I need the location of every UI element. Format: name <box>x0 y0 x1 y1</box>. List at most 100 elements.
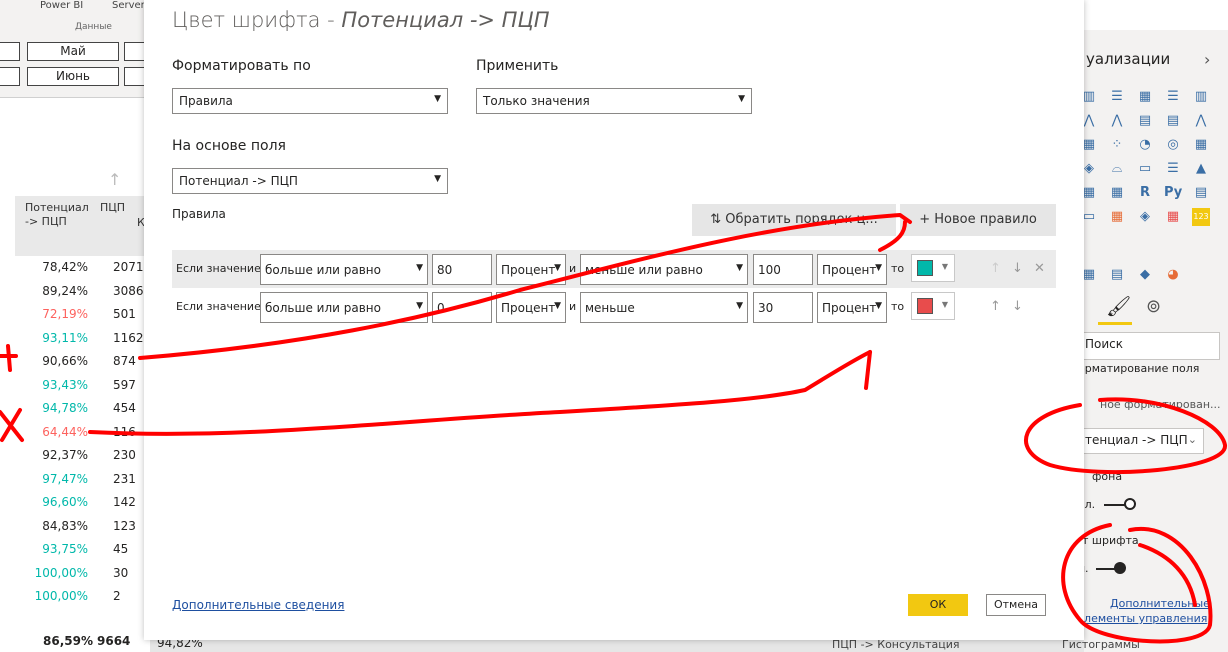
combo-chart-icon[interactable]: ⋀ <box>1192 112 1210 130</box>
based-on-field-select[interactable]: Потенциал -> ПЦП ▼ <box>172 168 448 194</box>
column-header-pcp[interactable]: ПЦП <box>100 201 125 215</box>
format-by-label: Форматировать по <box>172 58 311 74</box>
table-row[interactable]: 93,11% 1162 <box>15 327 150 350</box>
table-row[interactable]: 84,83% 123 <box>15 515 150 538</box>
advanced-controls-link[interactable]: Дополнительные <box>1110 597 1210 610</box>
rule-operator-2-select[interactable]: меньше или равно ▼ <box>580 254 748 285</box>
font-toggle-knob[interactable] <box>1114 562 1126 574</box>
pane-search-input[interactable]: Поиск <box>1078 332 1220 360</box>
bg-toggle-knob[interactable] <box>1124 498 1136 510</box>
reverse-color-order-button[interactable]: ⇅ Обратить порядок ц... <box>692 204 896 236</box>
treemap-icon[interactable]: ▦ <box>1192 136 1210 154</box>
r-script-icon[interactable]: R <box>1136 184 1154 202</box>
move-up-icon[interactable]: ↑ <box>990 261 1001 276</box>
table-row[interactable]: 100,00% 30 <box>15 562 150 585</box>
slicer-month-cell[interactable] <box>0 67 20 86</box>
clustered-bar-icon[interactable]: ☰ <box>1108 88 1126 106</box>
bar-100-icon[interactable]: ☰ <box>1164 88 1182 106</box>
delete-rule-icon[interactable]: ✕ <box>1034 261 1045 276</box>
row-count-value: 231 <box>113 471 136 486</box>
gauge-icon[interactable]: ⌓ <box>1108 160 1126 178</box>
rule-unit-2-select[interactable]: Процент ▼ <box>817 254 887 285</box>
python-icon[interactable]: Py <box>1164 184 1182 202</box>
analytics-icon[interactable]: ⊚ <box>1146 296 1161 317</box>
waterfall-icon[interactable]: ▤ <box>1164 112 1182 130</box>
field-formatting-label: орматирование поля <box>1078 362 1200 375</box>
table-row[interactable]: 96,60% 142 <box>15 491 150 514</box>
advanced-controls-link-2[interactable]: элементы управления <box>1078 612 1207 625</box>
caret-down-icon: ▼ <box>736 263 743 273</box>
shape-map-icon[interactable]: ◈ <box>1136 208 1154 226</box>
rule-value-1-input[interactable]: 0 <box>432 292 492 323</box>
table-row[interactable]: 78,42% 2071 <box>15 256 150 279</box>
sort-up-icon[interactable]: ↑ <box>108 170 121 189</box>
ribbon-icon[interactable]: ▤ <box>1136 112 1154 130</box>
cancel-button[interactable]: Отмена <box>986 594 1046 616</box>
table-row[interactable]: 100,00% 2 <box>15 585 150 608</box>
slicer-month-cell[interactable] <box>0 42 20 61</box>
donut-chart-icon[interactable]: ◎ <box>1164 136 1182 154</box>
rule-row: Если значение больше или равно ▼ 80 Процент ▼… <box>172 250 1056 288</box>
rule-and-label: и <box>569 300 576 313</box>
ribbon-tab-powerbi[interactable]: Power BI <box>40 0 83 11</box>
ok-button[interactable]: ОК <box>908 594 968 616</box>
format-paint-roller-icon[interactable]: 🖌 <box>1106 294 1131 318</box>
scatter-dots-icon[interactable]: ⁘ <box>1108 136 1126 154</box>
move-down-icon[interactable]: ↓ <box>1012 261 1023 276</box>
slicer-month-june[interactable]: Июнь <box>27 67 119 86</box>
table-row[interactable]: 93,75% 45 <box>15 538 150 561</box>
move-down-icon[interactable]: ↓ <box>1012 299 1023 314</box>
table-row[interactable]: 97,47% 231 <box>15 468 150 491</box>
table-row[interactable]: 92,37% 230 <box>15 444 150 467</box>
column-header-potential[interactable]: Потенциал -> ПЦП <box>25 201 89 229</box>
rule-value-2-input[interactable]: 100 <box>753 254 813 285</box>
rule-color-picker[interactable]: ▼ <box>911 292 955 320</box>
rule-unit-1-select[interactable]: Процент ▼ <box>496 254 566 285</box>
table-row[interactable]: 72,19% 501 <box>15 303 150 326</box>
pane-search-text: Поиск <box>1085 337 1124 351</box>
color-swatch <box>917 298 933 314</box>
custom-visual-4-icon[interactable]: ◕ <box>1164 266 1182 284</box>
multirow-card-icon[interactable]: ☰ <box>1164 160 1182 178</box>
custom-visual-3-icon[interactable]: ◆ <box>1136 266 1154 284</box>
arcgis-icon[interactable]: ▦ <box>1164 208 1182 226</box>
apply-to-select[interactable]: Только значения ▼ <box>476 88 752 114</box>
matrix-icon[interactable]: ▦ <box>1108 184 1126 202</box>
rule-operator-2-select[interactable]: меньше ▼ <box>580 292 748 323</box>
rule-unit-1-select[interactable]: Процент ▼ <box>496 292 566 323</box>
rule-operator-1-select[interactable]: больше или равно ▼ <box>260 292 428 323</box>
column-100-icon[interactable]: ▥ <box>1192 88 1210 106</box>
format-by-select[interactable]: Правила ▼ <box>172 88 448 114</box>
card-icon[interactable]: ▭ <box>1136 160 1154 178</box>
table-row[interactable]: 64,44% 116 <box>15 421 150 444</box>
more-info-link[interactable]: Дополнительные сведения <box>172 598 344 612</box>
row-count-value: 45 <box>113 542 129 556</box>
word-cloud-icon[interactable]: 123 <box>1192 208 1210 226</box>
rule-unit-2-select-text: Процент <box>822 263 877 277</box>
caret-down-icon: ▼ <box>738 94 745 104</box>
rule-value-2-input[interactable]: 30 <box>753 292 813 323</box>
new-rule-button[interactable]: + Новое правило <box>900 204 1056 236</box>
area-chart-icon[interactable]: ⋀ <box>1108 112 1126 130</box>
key-influencers-icon[interactable]: ▤ <box>1192 184 1210 202</box>
rule-unit-2-select[interactable]: Процент ▼ <box>817 292 887 323</box>
font-color-dialog: Цвет шрифта - Потенциал -> ПЦП Форматиро… <box>144 0 1084 640</box>
table-row[interactable]: 93,43% 597 <box>15 374 150 397</box>
kpi-icon[interactable]: ▲ <box>1192 160 1210 178</box>
caret-down-icon: ▼ <box>875 301 882 311</box>
slicer-month-may[interactable]: Май <box>27 42 119 61</box>
field-select[interactable]: тенциал -> ПЦП ⌄ <box>1078 428 1204 454</box>
table-row[interactable]: 90,66% 874 <box>15 350 150 373</box>
decomposition-icon[interactable]: ▦ <box>1108 208 1126 226</box>
stacked-column-icon[interactable]: ▦ <box>1136 88 1154 106</box>
collapse-pane-icon[interactable]: › <box>1204 50 1210 69</box>
rule-value-1-input[interactable]: 80 <box>432 254 492 285</box>
ribbon-tab-server[interactable]: Server <box>112 0 145 11</box>
move-up-icon[interactable]: ↑ <box>990 299 1001 314</box>
custom-visual-2-icon[interactable]: ▤ <box>1108 266 1126 284</box>
pie-chart-icon[interactable]: ◔ <box>1136 136 1154 154</box>
rule-color-picker[interactable]: ▼ <box>911 254 955 282</box>
rule-operator-1-select[interactable]: больше или равно ▼ <box>260 254 428 285</box>
table-row[interactable]: 94,78% 454 <box>15 397 150 420</box>
table-row[interactable]: 89,24% 3086 <box>15 280 150 303</box>
